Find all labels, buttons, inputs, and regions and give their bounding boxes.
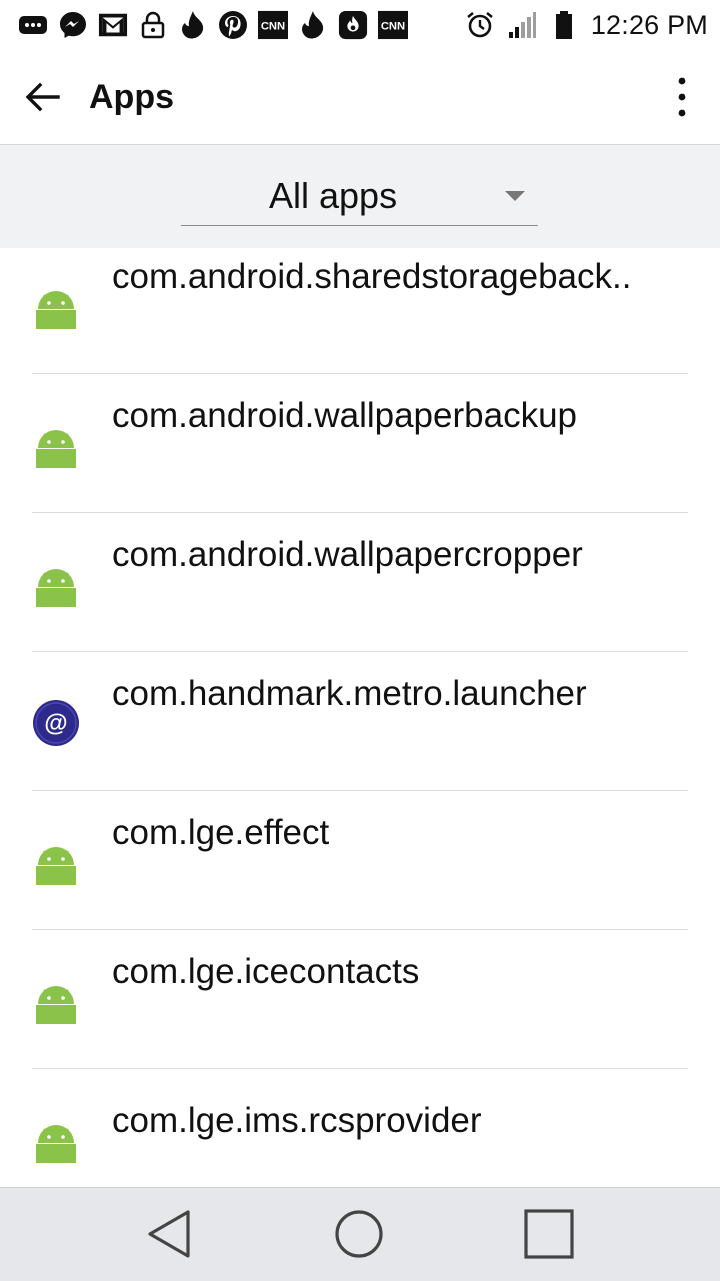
battery-icon bbox=[549, 10, 579, 40]
app-name: com.android.sharedstorageback.. bbox=[112, 257, 632, 296]
at-sign-icon: @ bbox=[32, 699, 80, 747]
nav-home-button[interactable] bbox=[333, 1208, 385, 1260]
app-name: com.handmark.metro.launcher bbox=[112, 674, 587, 713]
app-list-item[interactable]: com.lge.ims.rcsprovider bbox=[0, 1069, 720, 1186]
android-icon bbox=[34, 841, 78, 885]
signal-icon bbox=[507, 10, 537, 40]
gmail-icon bbox=[98, 10, 128, 40]
app-bar: Apps bbox=[0, 50, 720, 145]
triangle-back-icon bbox=[148, 1210, 190, 1258]
app-list-item[interactable]: com.lge.effect bbox=[0, 791, 720, 930]
app-filter-selected: All apps bbox=[269, 175, 398, 216]
circle-home-icon bbox=[335, 1210, 383, 1258]
app-name: com.android.wallpaperbackup bbox=[112, 396, 577, 435]
android-icon bbox=[34, 980, 78, 1024]
app-list-item[interactable]: @ com.handmark.metro.launcher bbox=[0, 652, 720, 791]
nav-back-button[interactable] bbox=[144, 1208, 196, 1260]
navigation-bar bbox=[0, 1187, 720, 1281]
nav-recents-button[interactable] bbox=[523, 1208, 575, 1260]
app-list-item[interactable]: com.android.wallpapercropper bbox=[0, 513, 720, 652]
app-name: com.lge.icecontacts bbox=[112, 952, 420, 991]
tinder-icon bbox=[178, 10, 208, 40]
page-title: Apps bbox=[89, 78, 174, 116]
messages-icon bbox=[18, 10, 48, 40]
app-name: com.android.wallpapercropper bbox=[112, 535, 583, 574]
messenger-icon bbox=[58, 10, 88, 40]
app-list-item[interactable]: com.android.sharedstorageback.. bbox=[0, 248, 720, 374]
status-bar: CNN CNN 12:26 PM bbox=[0, 0, 720, 50]
dropdown-arrow-icon bbox=[505, 191, 525, 201]
filter-bar: All apps bbox=[0, 145, 720, 248]
more-options-button[interactable] bbox=[670, 74, 694, 120]
android-icon bbox=[34, 285, 78, 329]
svg-text:@: @ bbox=[44, 710, 67, 737]
system-status: 12:26 PM bbox=[465, 0, 708, 50]
android-icon bbox=[34, 1119, 78, 1163]
notification-icons: CNN CNN bbox=[0, 10, 408, 40]
more-vert-icon bbox=[678, 77, 686, 117]
app-name: com.lge.effect bbox=[112, 813, 330, 852]
cnn-icon: CNN bbox=[378, 10, 408, 40]
alarm-icon bbox=[465, 10, 495, 40]
tinder-icon bbox=[298, 10, 328, 40]
app-list-item[interactable]: com.android.wallpaperbackup bbox=[0, 374, 720, 513]
pinterest-icon bbox=[218, 10, 248, 40]
android-icon bbox=[34, 424, 78, 468]
cnn-icon: CNN bbox=[258, 10, 288, 40]
android-icon bbox=[34, 563, 78, 607]
app-filter-dropdown[interactable]: All apps bbox=[181, 167, 538, 226]
app-name: com.lge.ims.rcsprovider bbox=[112, 1101, 482, 1140]
fire-app-icon bbox=[338, 10, 368, 40]
arrow-left-icon bbox=[25, 82, 60, 112]
app-list[interactable]: com.android.sharedstorageback.. com.andr… bbox=[0, 248, 720, 1186]
back-button[interactable] bbox=[22, 77, 68, 117]
cnn-logo-text: CNN bbox=[261, 21, 285, 33]
app-list-item[interactable]: com.lge.icecontacts bbox=[0, 930, 720, 1069]
square-recents-icon bbox=[524, 1209, 574, 1259]
status-time: 12:26 PM bbox=[590, 9, 708, 40]
cnn-logo-text: CNN bbox=[381, 21, 405, 33]
lock-icon bbox=[138, 10, 168, 40]
